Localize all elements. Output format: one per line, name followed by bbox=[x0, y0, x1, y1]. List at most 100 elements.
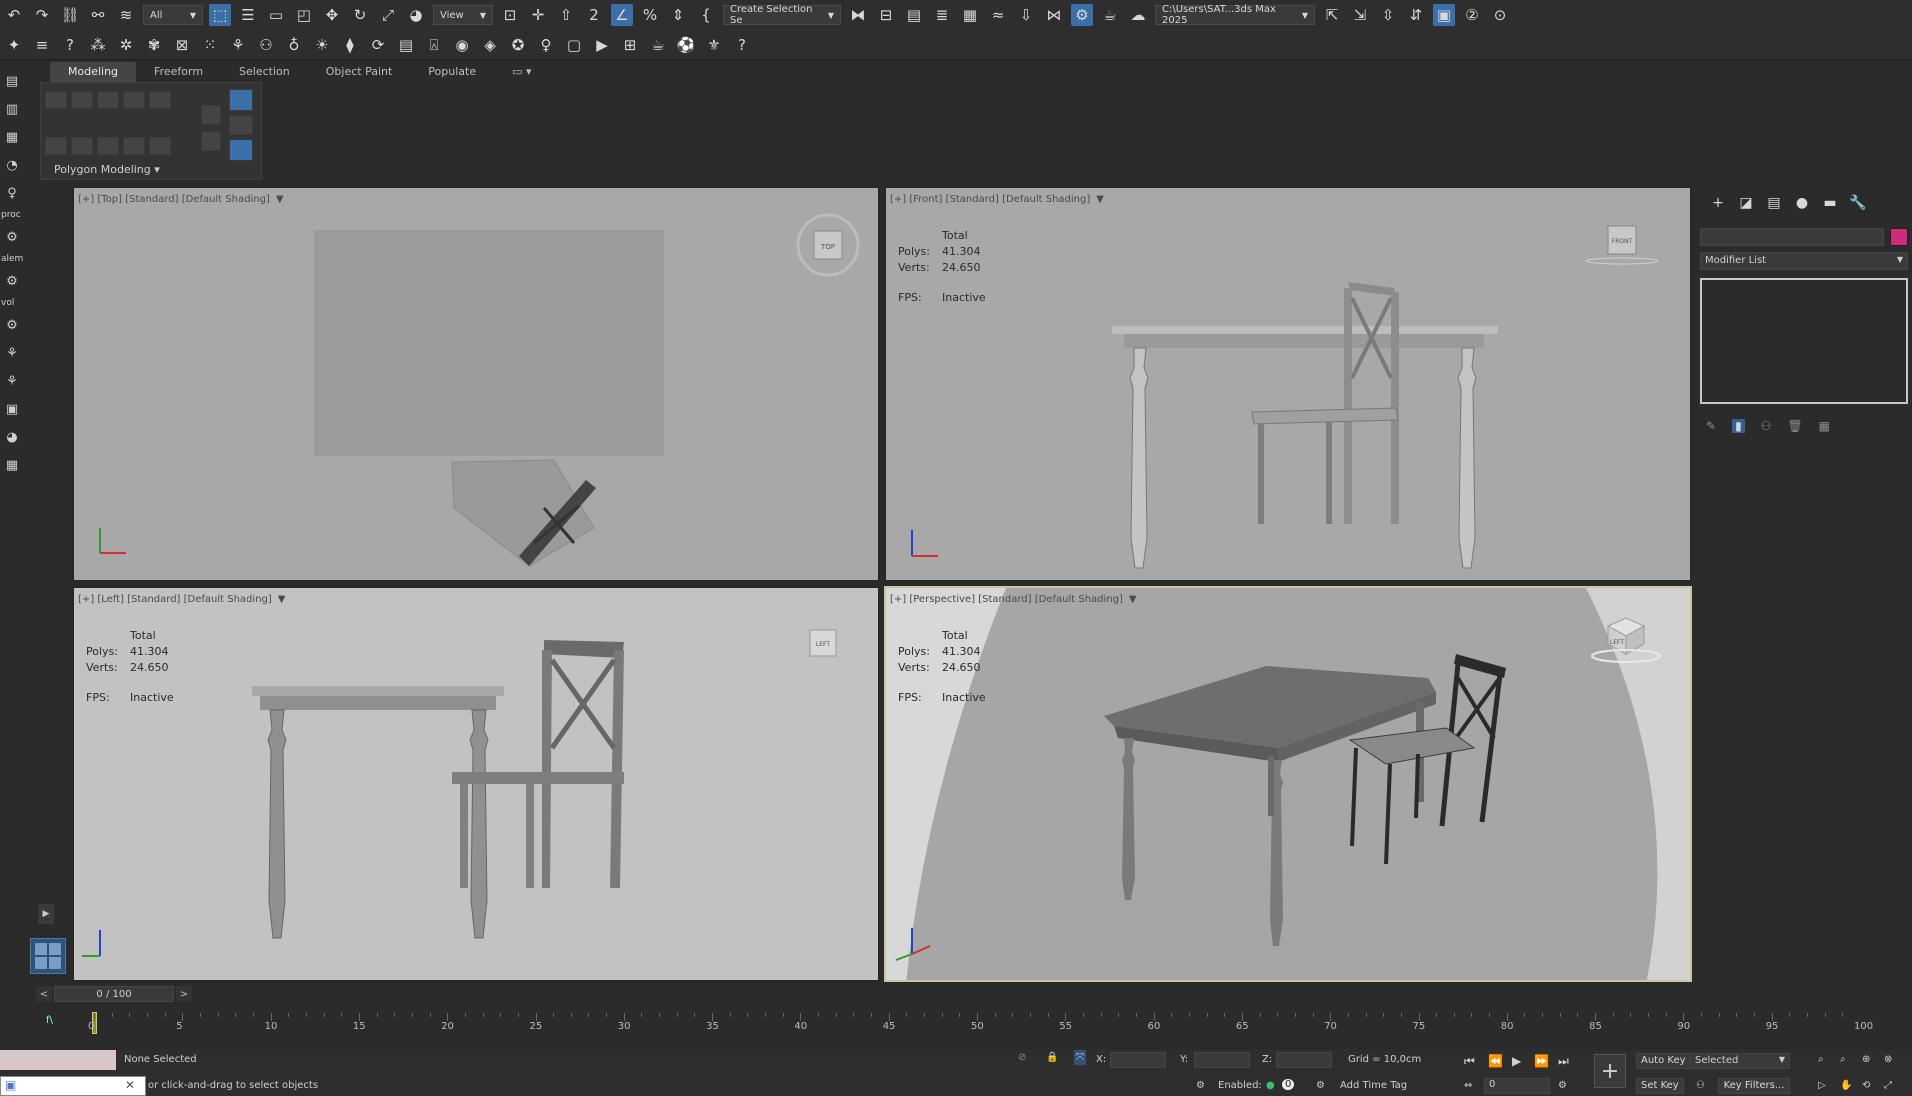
tool-strip-4-icon[interactable]: ◔ bbox=[1, 154, 23, 176]
configure-sets-icon[interactable]: ▦ bbox=[1819, 419, 1830, 433]
adaptive-degradation-icon[interactable]: ⚙ bbox=[1196, 1080, 1205, 1091]
project-icon-1[interactable]: ⇱ bbox=[1321, 4, 1343, 26]
zoom-icon[interactable]: ⌕ bbox=[1818, 1054, 1824, 1065]
angle-snap-icon[interactable]: ∠ bbox=[611, 4, 633, 26]
groups-icon[interactable]: ⚇ bbox=[255, 34, 277, 56]
trackbar[interactable]: f\ 0 5 10 15 20 25 30 35 40 45 50 55 60 65 70 75 80 85 90 9… bbox=[36, 1005, 1912, 1045]
viewport-filter-icon[interactable]: ▼ bbox=[276, 194, 284, 205]
teapot-icon[interactable]: ☕ bbox=[647, 34, 669, 56]
zoom-extents-icon[interactable]: ⊕ bbox=[1862, 1054, 1870, 1065]
motion-tab-icon[interactable]: ● bbox=[1791, 192, 1813, 214]
set-key-mode-icon[interactable]: + bbox=[1594, 1054, 1626, 1088]
time-prev-button[interactable]: < bbox=[36, 986, 52, 1002]
sun-icon[interactable]: ☀ bbox=[311, 34, 333, 56]
tool-strip-11-icon[interactable]: ▣ bbox=[1, 398, 23, 420]
tab-modeling[interactable]: Modeling bbox=[50, 62, 137, 82]
tool-strip-5-icon[interactable]: ♀ bbox=[1, 182, 23, 204]
selection-filter-dropdown[interactable]: All ▼ bbox=[143, 5, 203, 25]
ribbon-tool-4-icon[interactable] bbox=[123, 91, 145, 109]
rendered-frame-icon[interactable]: ☕ bbox=[1099, 4, 1121, 26]
render-setup-icon[interactable]: ⚙ bbox=[1071, 4, 1093, 26]
absolute-mode-icon[interactable]: ⤧ bbox=[1074, 1050, 1086, 1065]
ribbon-tool-5-icon[interactable] bbox=[149, 91, 171, 109]
prev-frame-icon[interactable]: ⏪ bbox=[1488, 1054, 1503, 1068]
viewport-top[interactable]: TOP [+] [Top] [Standard] [Default Shadin… bbox=[72, 186, 880, 582]
viewport-filter-icon[interactable]: ▼ bbox=[1096, 194, 1104, 205]
ribbon-toggle-icon[interactable]: ▦ bbox=[959, 4, 981, 26]
ribbon-tool-3-icon[interactable] bbox=[97, 91, 119, 109]
viewport-layout-button[interactable] bbox=[30, 938, 66, 974]
tree-icon[interactable]: ⧫ bbox=[339, 34, 361, 56]
rect-selection-region-icon[interactable]: ▭ bbox=[265, 4, 287, 26]
tool-strip-12-icon[interactable]: ◕ bbox=[1, 426, 23, 448]
ribbon-tool-8-icon[interactable] bbox=[97, 137, 119, 155]
grid-icon[interactable]: ⊞ bbox=[619, 34, 641, 56]
pan-icon[interactable]: ✋ bbox=[1840, 1080, 1852, 1091]
ribbon-tool-12-icon[interactable] bbox=[201, 131, 221, 151]
current-frame-field[interactable]: 0 bbox=[1484, 1078, 1550, 1094]
window-crossing-icon[interactable]: ◰ bbox=[293, 4, 315, 26]
redo-icon[interactable]: ↷ bbox=[31, 4, 53, 26]
bottle-icon[interactable]: ⍓ bbox=[423, 34, 445, 56]
select-object-icon[interactable]: ⬚ bbox=[209, 4, 231, 26]
zoom-extents-all-icon[interactable]: ⊗ bbox=[1884, 1054, 1892, 1065]
layer-explorer-icon[interactable]: ≣ bbox=[931, 4, 953, 26]
select-by-name-icon[interactable]: ☰ bbox=[237, 4, 259, 26]
select-manipulate-icon[interactable]: ✛ bbox=[527, 4, 549, 26]
orbit-icon[interactable]: ⟲ bbox=[1862, 1080, 1870, 1091]
taskbar-tab[interactable]: ▣ ✕ bbox=[0, 1076, 146, 1096]
y-coord-field[interactable] bbox=[1194, 1052, 1250, 1068]
ribbon-options-icon[interactable]: ▭ ▾ bbox=[494, 62, 549, 82]
move-icon[interactable]: ✥ bbox=[321, 4, 343, 26]
utilities-tab-icon[interactable]: 🔧 bbox=[1847, 192, 1869, 214]
tool-strip-9-icon[interactable]: ⚘ bbox=[1, 342, 23, 364]
time-next-button[interactable]: > bbox=[176, 986, 192, 1002]
pin-stack-icon[interactable]: ✎ bbox=[1706, 419, 1716, 433]
tool-strip-7-icon[interactable]: ⚙ bbox=[1, 270, 23, 292]
modifier-list-dropdown[interactable]: Modifier List ▼ bbox=[1700, 252, 1908, 270]
app-logo-icon[interactable]: ✦ bbox=[3, 34, 25, 56]
tool-strip-3-icon[interactable]: ▦ bbox=[1, 126, 23, 148]
hierarchy-tab-icon[interactable]: ▤ bbox=[1763, 192, 1785, 214]
tab-selection[interactable]: Selection bbox=[221, 62, 308, 82]
light-bulb-icon[interactable]: ♁ bbox=[283, 34, 305, 56]
zoom-all-icon[interactable]: ⌕ bbox=[1840, 1054, 1846, 1065]
key-mode-icon[interactable]: ⇔ bbox=[1464, 1080, 1472, 1091]
maximize-viewport-icon[interactable]: ⤢ bbox=[1884, 1080, 1892, 1091]
frame-icon[interactable]: ▢ bbox=[563, 34, 585, 56]
add-time-tag-button[interactable]: Add Time Tag bbox=[1340, 1080, 1407, 1091]
create-tab-icon[interactable]: + bbox=[1707, 192, 1729, 214]
close-icon[interactable]: ✕ bbox=[125, 1078, 135, 1092]
frame-play-icon[interactable]: ▶ bbox=[591, 34, 613, 56]
remove-modifier-icon[interactable]: 🗑 bbox=[1787, 419, 1802, 433]
menu-icon[interactable]: ≡ bbox=[31, 34, 53, 56]
field-of-view-icon[interactable]: ▷ bbox=[1818, 1080, 1826, 1091]
viewport-filter-icon[interactable]: ▼ bbox=[278, 594, 286, 605]
help-icon[interactable]: ? bbox=[59, 34, 81, 56]
viewport-filter-icon[interactable]: ▼ bbox=[1129, 594, 1137, 605]
tool-strip-10-icon[interactable]: ⚘ bbox=[1, 370, 23, 392]
goto-end-icon[interactable]: ⏭ bbox=[1558, 1054, 1569, 1069]
maxscript-listener-field[interactable] bbox=[0, 1050, 116, 1070]
snap-vertex-icon[interactable]: ⁂ bbox=[87, 34, 109, 56]
project-icon-3[interactable]: ⇳ bbox=[1377, 4, 1399, 26]
search-help-icon[interactable]: ⊙ bbox=[1489, 4, 1511, 26]
ribbon-tool-2-icon[interactable] bbox=[71, 91, 93, 109]
z-coord-field[interactable] bbox=[1276, 1052, 1332, 1068]
ribbon-tool-11-icon[interactable] bbox=[201, 105, 221, 125]
reference-coord-dropdown[interactable]: View ▼ bbox=[433, 5, 493, 25]
snaps-toggle-icon[interactable]: 2 bbox=[583, 4, 605, 26]
array-icon[interactable]: ⁙ bbox=[199, 34, 221, 56]
bind-space-warp-icon[interactable]: ≋ bbox=[115, 4, 137, 26]
material-editor-icon[interactable]: ⋈ bbox=[1043, 4, 1065, 26]
ribbon-tool-7-icon[interactable] bbox=[71, 137, 93, 155]
tool-strip-2-icon[interactable]: ▥ bbox=[1, 98, 23, 120]
curve-editor-mini-icon[interactable]: f\ bbox=[46, 1015, 53, 1026]
ribbon-show-end-icon[interactable] bbox=[229, 139, 253, 161]
render-production-icon[interactable]: ☁ bbox=[1127, 4, 1149, 26]
project-folder-dropdown[interactable]: C:\Users\SAT...3ds Max 2025 ▼ bbox=[1155, 4, 1315, 26]
edit-poly-icon[interactable]: ⊠ bbox=[171, 34, 193, 56]
ribbon-tool-6-icon[interactable] bbox=[45, 137, 67, 155]
undo-icon[interactable]: ↶ bbox=[3, 4, 25, 26]
expand-strip-icon[interactable]: ▶ bbox=[38, 904, 54, 924]
